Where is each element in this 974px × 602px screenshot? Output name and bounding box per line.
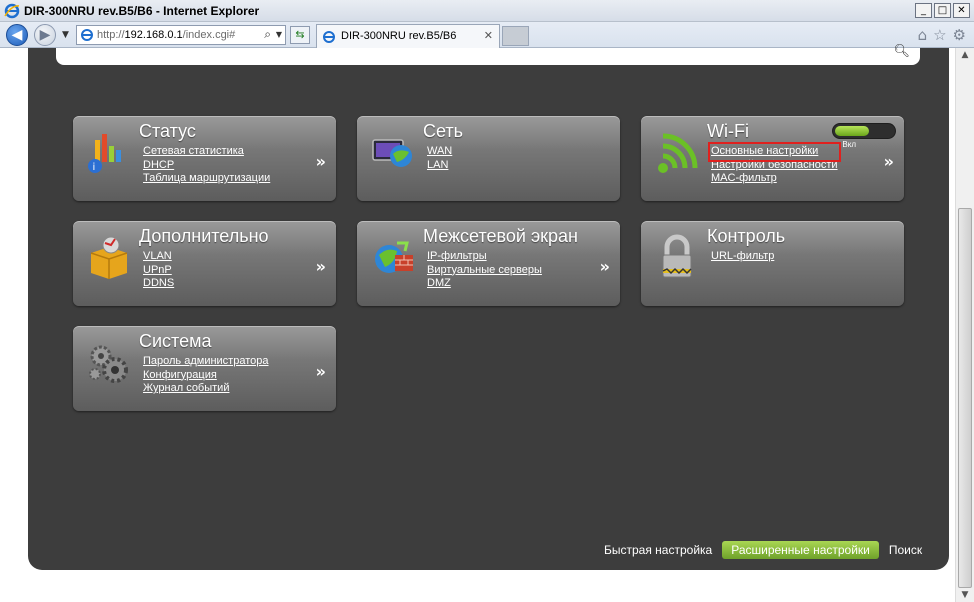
lock-icon [662,234,692,278]
card-advanced: Дополнительно VLAN UPnP DDNS » [73,221,336,306]
address-bar[interactable]: http://192.168.0.1/index.cgi# ⌕ ▼ [76,25,286,45]
link-mac-filter[interactable]: MAC-фильтр [711,172,838,186]
window-title: DIR-300NRU rev.B5/B6 - Internet Explorer [24,4,260,18]
link-lan[interactable]: LAN [427,159,452,173]
address-search-icon[interactable]: ⌕ [264,27,271,42]
card-network: Сеть WAN LAN [357,116,620,201]
card-advanced-chevron[interactable]: » [316,257,326,276]
forward-button[interactable]: ▶ [34,24,56,46]
history-dropdown-icon[interactable]: ▼ [62,30,69,40]
box-icon [90,236,128,279]
address-dropdown-icon[interactable]: ▼ [276,30,282,39]
card-control-title: Контроль [707,226,786,246]
link-url-filter[interactable]: URL-фильтр [711,250,774,264]
card-advanced-title: Дополнительно [139,226,269,246]
card-firewall: Межсетевой экран IP-фильтры Виртуальные … [357,221,620,306]
page-icon [81,29,93,41]
card-system-chevron[interactable]: » [316,362,326,381]
card-firewall-title: Межсетевой экран [423,226,578,246]
link-wan[interactable]: WAN [427,145,452,159]
home-icon[interactable]: ⌂ [918,26,928,44]
refresh-icon[interactable]: ⇆ [290,26,310,44]
card-network-title: Сеть [423,121,464,141]
link-wifi-security-settings[interactable]: Настройки безопасности [711,159,838,173]
tab-close-icon[interactable]: ✕ [484,29,493,42]
wifi-toggle-knob [835,126,869,136]
card-wifi-title: Wi-Fi [707,121,749,141]
globe-monitor-icon [372,139,412,167]
browser-tab[interactable]: DIR-300NRU rev.B5/B6 ✕ [316,24,500,48]
card-status-title: Статус [139,121,196,141]
card-wifi-chevron[interactable]: » [884,152,894,171]
search-icon[interactable]: 🔍︎ [893,44,910,59]
link-virtual-servers[interactable]: Виртуальные серверы [427,264,542,278]
vertical-scrollbar[interactable]: ▲ ▼ [955,48,974,602]
link-event-log[interactable]: Журнал событий [143,382,269,396]
link-vlan[interactable]: VLAN [143,250,174,264]
gears-icon [89,345,128,383]
link-network-statistics[interactable]: Сетевая статистика [143,145,270,159]
card-status-chevron[interactable]: » [316,152,326,171]
link-dmz[interactable]: DMZ [427,277,542,291]
router-footer-nav: Быстрая настройка Расширенные настройки … [604,541,922,559]
new-tab-button[interactable] [502,26,529,46]
card-status: i Статус Сетевая статистика DHCP Таблица… [73,116,336,201]
card-firewall-chevron[interactable]: » [600,257,610,276]
quick-setup-link[interactable]: Быстрая настройка [604,543,712,557]
firewall-icon [375,241,413,273]
back-button[interactable]: ◀ [6,24,28,46]
card-control: Контроль URL-фильтр [641,221,904,306]
scroll-down-icon[interactable]: ▼ [959,590,971,600]
link-dhcp[interactable]: DHCP [143,159,270,173]
router-search-box[interactable]: 🔍︎ [56,44,920,65]
link-ddns[interactable]: DDNS [143,277,174,291]
wifi-toggle[interactable] [832,123,896,139]
star-icon[interactable]: ☆ [933,26,946,44]
url-text: http://192.168.0.1/index.cgi# [97,29,236,41]
wifi-toggle-label: Вкл [842,140,856,149]
tab-title: DIR-300NRU rev.B5/B6 [341,30,457,42]
browser-navbar: ◀ ▶ ▼ http://192.168.0.1/index.cgi# ⌕ ▼ … [0,22,974,48]
scroll-thumb[interactable] [958,208,972,588]
link-configuration[interactable]: Конфигурация [143,369,269,383]
link-routing-table[interactable]: Таблица маршрутизации [143,172,270,186]
gear-icon[interactable]: ⚙ [953,26,966,44]
maximize-button[interactable]: □ [934,3,951,18]
card-system-title: Система [139,331,212,351]
link-admin-password[interactable]: Пароль администратора [143,355,269,369]
minimize-button[interactable]: _ [915,3,932,18]
link-upnp[interactable]: UPnP [143,264,174,278]
card-wifi: Wi-Fi Вкл Основные настройки Настройки б… [641,116,904,201]
chart-icon: i [88,134,121,173]
card-system: Система Пароль администратора Конфигурац… [73,326,336,411]
close-button[interactable]: ✕ [953,3,970,18]
advanced-settings-button[interactable]: Расширенные настройки [722,541,879,559]
search-link[interactable]: Поиск [889,543,922,557]
wifi-icon [658,133,698,173]
link-wifi-basic-settings[interactable]: Основные настройки [708,142,841,162]
scroll-up-icon[interactable]: ▲ [959,50,971,60]
link-ip-filters[interactable]: IP-фильтры [427,250,542,264]
tab-page-icon [323,31,335,43]
svg-text:i: i [93,162,96,173]
window-titlebar: DIR-300NRU rev.B5/B6 - Internet Explorer… [0,0,974,22]
ie-logo-icon [4,3,20,19]
